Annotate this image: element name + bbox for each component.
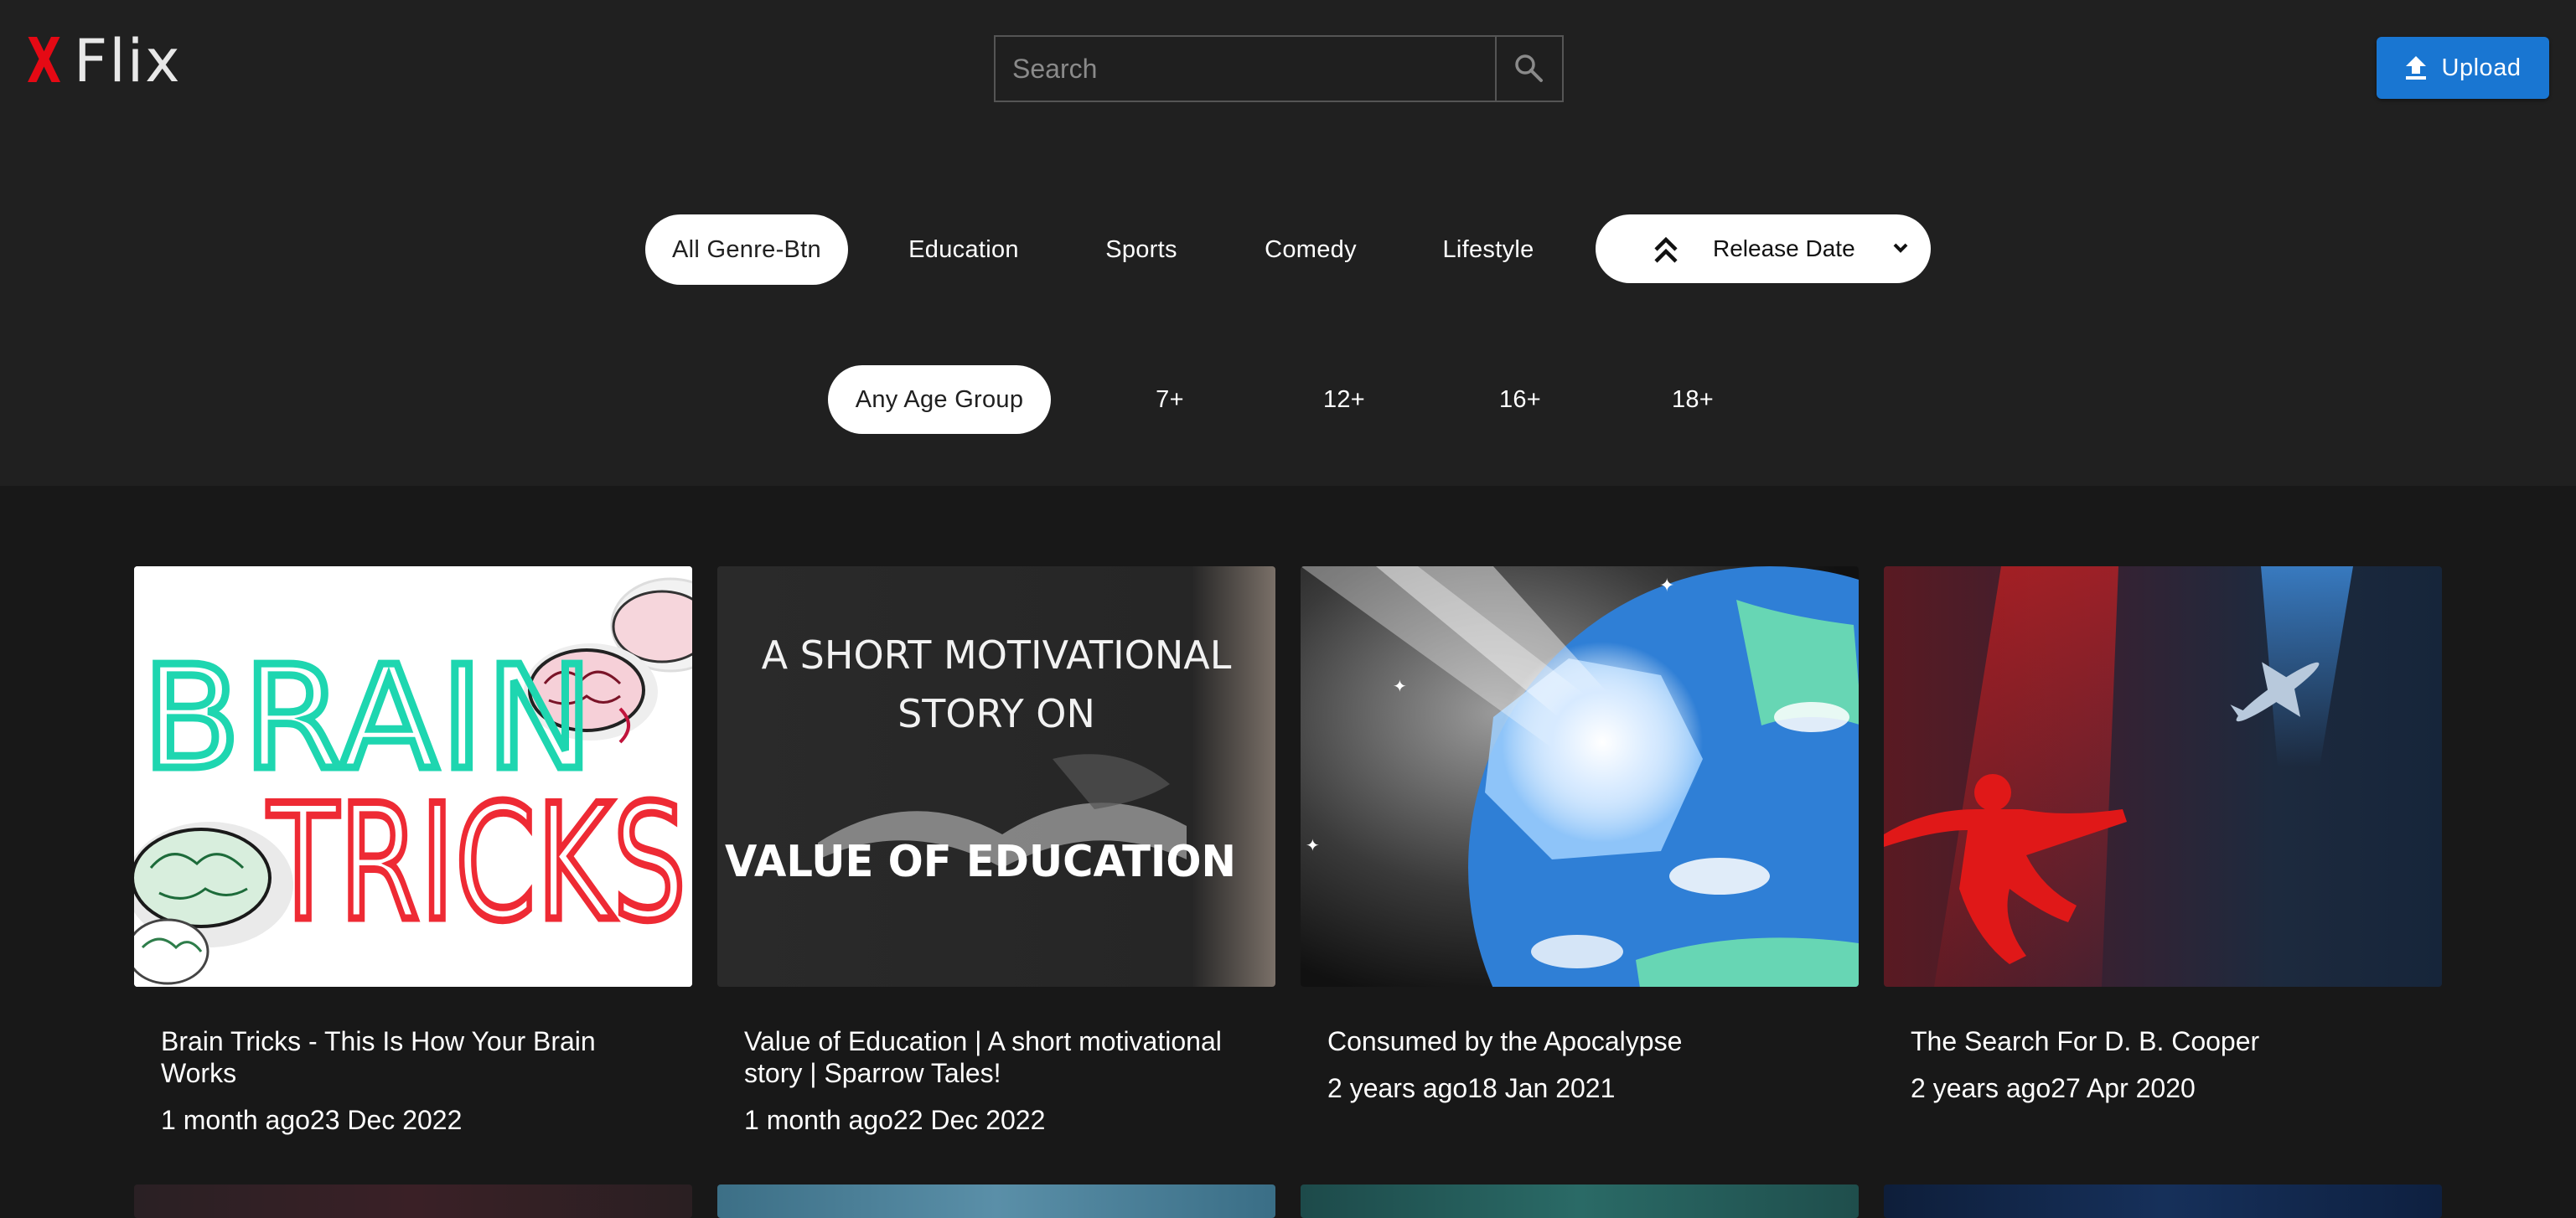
sparkle-icon: ✦ [1393,678,1407,696]
brain-tricks-artwork: BRAIN TRICKS [134,566,692,987]
video-release-info: 2 years ago18 Jan 2021 [1327,1073,1616,1103]
apocalypse-artwork: ✦ ✦ ✦ [1301,566,1859,987]
video-card[interactable]: ✦ ✦ ✦ Consumed by the Apocalypse 2 years… [1301,566,1859,1104]
app-logo[interactable]: X Flix [27,25,182,97]
sparkle-icon: ✦ [1659,575,1674,596]
upload-icon [2405,56,2426,80]
video-card[interactable]: A SHORT MOTIVATIONAL STORY ON VALUE OF E… [717,566,1275,1136]
video-title[interactable]: Brain Tricks - This Is How Your Brain Wo… [161,1025,665,1089]
genre-education-button[interactable]: Education [888,214,1039,285]
video-thumbnail[interactable]: BRAIN TRICKS [134,566,692,987]
genre-filter-bar: All Genre-Btn Education Sports Comedy Li… [0,214,2576,285]
video-thumbnail[interactable] [1301,1184,1859,1218]
video-thumbnail[interactable]: A SHORT MOTIVATIONAL STORY ON VALUE OF E… [717,566,1275,987]
double-chevron-up-icon [1654,236,1678,263]
genre-comedy-button[interactable]: Comedy [1244,214,1378,285]
genre-lifestyle-button[interactable]: Lifestyle [1421,214,1555,285]
chevron-down-icon [1893,243,1908,253]
genre-sports-button[interactable]: Sports [1074,214,1208,285]
logo-text: Flix [74,27,182,95]
thumb-text-tricks: TRICKS [267,771,687,956]
sparkle-icon: ✦ [1306,837,1320,855]
age-16-button[interactable]: 16+ [1480,365,1560,434]
age-18-button[interactable]: 18+ [1653,365,1733,434]
db-cooper-artwork [1884,566,2442,987]
video-title[interactable]: The Search For D. B. Cooper [1911,1025,2415,1057]
video-thumbnail[interactable] [134,1184,692,1218]
sort-select[interactable]: Release Date [1596,214,1931,283]
video-title[interactable]: Value of Education | A short motivationa… [744,1025,1249,1089]
upload-button[interactable]: Upload [2377,37,2549,99]
video-thumbnail[interactable] [717,1184,1275,1218]
search-icon [1515,54,1543,82]
education-artwork: A SHORT MOTIVATIONAL STORY ON VALUE OF E… [717,566,1275,987]
age-filter-bar: Any Age Group 7+ 12+ 16+ 18+ [0,365,2576,434]
thumb-text-line1: A SHORT MOTIVATIONAL [762,632,1232,678]
video-card[interactable]: BRAIN TRICKS Brain Tricks - This Is How … [134,566,692,1136]
upload-button-label: Upload [2441,54,2522,81]
thumb-text-line3: VALUE OF EDUCATION [725,837,1236,887]
age-12-button[interactable]: 12+ [1304,365,1384,434]
video-thumbnail[interactable] [1884,1184,2442,1218]
video-thumbnail[interactable]: ✦ ✦ ✦ [1301,566,1859,987]
header: X Flix Upload All Genre-Btn Education Sp… [0,0,2576,486]
logo-mark: X [27,25,62,97]
video-thumbnail[interactable] [1884,566,2442,987]
search-bar [994,35,1564,102]
age-7-button[interactable]: 7+ [1136,365,1203,434]
thumb-text-line2: STORY ON [897,691,1095,736]
video-title[interactable]: Consumed by the Apocalypse [1327,1025,1832,1057]
video-card[interactable]: The Search For D. B. Cooper 2 years ago2… [1884,566,2442,1104]
video-release-info: 1 month ago23 Dec 2022 [161,1105,463,1135]
video-release-info: 1 month ago22 Dec 2022 [744,1105,1046,1135]
genre-all-button[interactable]: All Genre-Btn [645,214,848,285]
age-any-button[interactable]: Any Age Group [828,365,1051,434]
search-input[interactable] [994,35,1497,102]
search-button[interactable] [1497,35,1564,102]
sort-select-label: Release Date [1713,235,1855,261]
video-release-info: 2 years ago27 Apr 2020 [1911,1073,2196,1103]
